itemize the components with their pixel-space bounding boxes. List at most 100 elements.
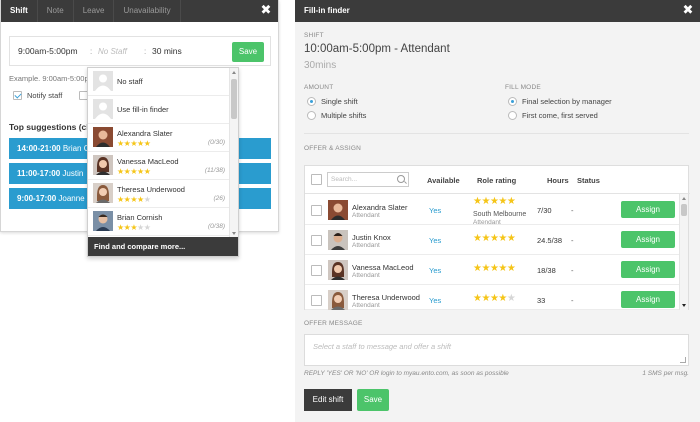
shift-title: 10:00am-5:00pm - Attendant [304,43,450,55]
scroll-down-icon[interactable] [682,304,686,307]
dropdown-item-staff[interactable]: Theresa Underwood ★★★★★ (26) [88,180,231,208]
staff-name: Vanessa MacLeod [117,157,179,166]
dropdown-item-label: Use fill-in finder [117,105,169,114]
column-available[interactable]: Available [427,176,460,185]
staff-name: Theresa Underwood [117,185,185,194]
star-rating: ★★★★★ [473,196,516,207]
star-empty-icon: ★ [506,293,516,304]
dropdown-item-no-staff[interactable]: No staff [88,68,231,96]
dropdown-item-fill-in-finder[interactable]: Use fill-in finder [88,96,231,124]
suggestion-name: Brian C [62,144,90,153]
location: South Melbourne [473,211,527,218]
suggestion-time: 14:00-21:00 [17,144,61,153]
scroll-thumb[interactable] [231,79,237,119]
fill-in-finder-panel: Fill-in finder ✖ SHIFT 10:00am-5:00pm - … [295,0,700,422]
star-empty-icon: ★ [143,195,151,204]
fill-mode-first-come-option[interactable]: First come, first served [508,111,598,120]
offer-message-input[interactable] [305,335,688,365]
star-filled-icon: ★ [137,195,144,204]
table-scrollbar[interactable] [679,194,688,310]
star-filled-icon: ★ [137,167,144,176]
staff-select[interactable]: No Staff [98,47,144,56]
search-input[interactable] [328,173,394,186]
assign-button[interactable]: Assign [621,231,675,248]
scroll-up-icon[interactable] [232,71,236,74]
radio-label: Final selection by manager [522,97,612,106]
status: - [571,266,574,275]
assign-button[interactable]: Assign [621,261,675,278]
staff-role: Attendant [352,302,380,309]
radio-button[interactable] [307,97,316,106]
select-all-checkbox[interactable] [311,174,322,185]
tab-note[interactable]: Note [38,0,74,22]
star-filled-icon: ★ [143,139,151,148]
amount-multiple-shifts-option[interactable]: Multiple shifts [307,111,366,120]
star-filled-icon: ★ [117,195,124,204]
table-row: Vanessa MacLeod Attendant Yes ★★★★★ 18/3… [305,255,681,285]
star-filled-icon: ★ [117,139,124,148]
tab-leave[interactable]: Leave [74,0,115,22]
table-row: Theresa Underwood Attendant Yes ★★★★★ 33… [305,285,681,310]
amount-label: AMOUNT [304,84,334,91]
availability: Yes [429,266,442,275]
column-status[interactable]: Status [577,176,600,185]
hours: 7/30 [537,206,552,215]
radio-button[interactable] [508,97,517,106]
notify-staff-checkbox[interactable] [13,91,22,100]
staff-role: Attendant [352,272,380,279]
assign-button[interactable]: Assign [621,291,675,308]
shift-time-input[interactable]: 9:00am-5:00pm [18,46,90,56]
star-filled-icon: ★ [498,233,507,244]
find-compare-more-link[interactable]: Find and compare more... [88,237,238,256]
suggestion-name: Joanne [58,194,85,203]
avatar [328,290,348,310]
avatar [328,230,348,250]
row-checkbox[interactable] [311,265,322,276]
row-checkbox[interactable] [311,235,322,246]
offer-assign-label: OFFER & ASSIGN [304,145,361,152]
star-rating: ★★★★★ [117,195,151,204]
tab-shift[interactable]: Shift [1,0,38,22]
scroll-down-icon[interactable] [232,232,236,235]
dropdown-item-staff[interactable]: Alexandra Slater ★★★★★ (0/30) [88,124,231,152]
star-rating: ★★★★★ [473,293,516,304]
close-icon[interactable]: ✖ [682,3,694,16]
staff-role: Attendant [352,242,380,249]
availability: Yes [429,206,442,215]
resize-handle-icon[interactable] [680,357,686,363]
hours-count: (0/30) [208,139,225,146]
hours-count: (0/38) [208,223,225,230]
dropdown-item-staff[interactable]: Brian Cornish ★★★★★ (0/38) [88,208,231,236]
amount-single-shift-option[interactable]: Single shift [307,97,358,106]
dropdown-item-staff[interactable]: Vanessa MacLeod ★★★★★ (11/38) [88,152,231,180]
radio-button[interactable] [508,111,517,120]
radio-button[interactable] [307,111,316,120]
save-button[interactable]: Save [232,42,264,62]
tab-unavailability[interactable]: Unavailability [114,0,181,22]
break-duration-input[interactable]: 30 mins [152,46,226,56]
star-rating: ★★★★★ [117,167,151,176]
row-checkbox[interactable] [311,205,322,216]
edit-shift-button[interactable]: Edit shift [304,389,352,411]
row-checkbox[interactable] [311,295,322,306]
scroll-up-icon[interactable] [682,197,686,200]
avatar [93,155,113,175]
star-rating: ★★★★★ [473,233,516,244]
save-button[interactable]: Save [357,389,389,411]
search-icon[interactable] [397,175,405,183]
reply-instructions: REPLY 'YES' OR 'NO' OR login to myau.ent… [304,370,509,377]
table-row: Alexandra Slater Attendant Yes ★★★★★ Sou… [305,195,681,226]
fill-mode-manager-option[interactable]: Final selection by manager [508,97,612,106]
hours: 33 [537,296,546,305]
assign-button[interactable]: Assign [621,201,675,218]
scroll-thumb[interactable] [681,204,687,216]
star-filled-icon: ★ [481,293,490,304]
notify-staff-option[interactable]: Notify staff [13,91,62,100]
suggestion-time: 9:00-17:00 [17,194,57,203]
column-role-rating[interactable]: Role rating [477,176,516,185]
radio-label: Single shift [321,97,358,106]
column-hours[interactable]: Hours [547,176,569,185]
example-hint: Example. 9:00am-5:00pm [9,74,95,83]
close-icon[interactable]: ✖ [260,3,272,16]
dropdown-scrollbar[interactable] [229,68,238,238]
